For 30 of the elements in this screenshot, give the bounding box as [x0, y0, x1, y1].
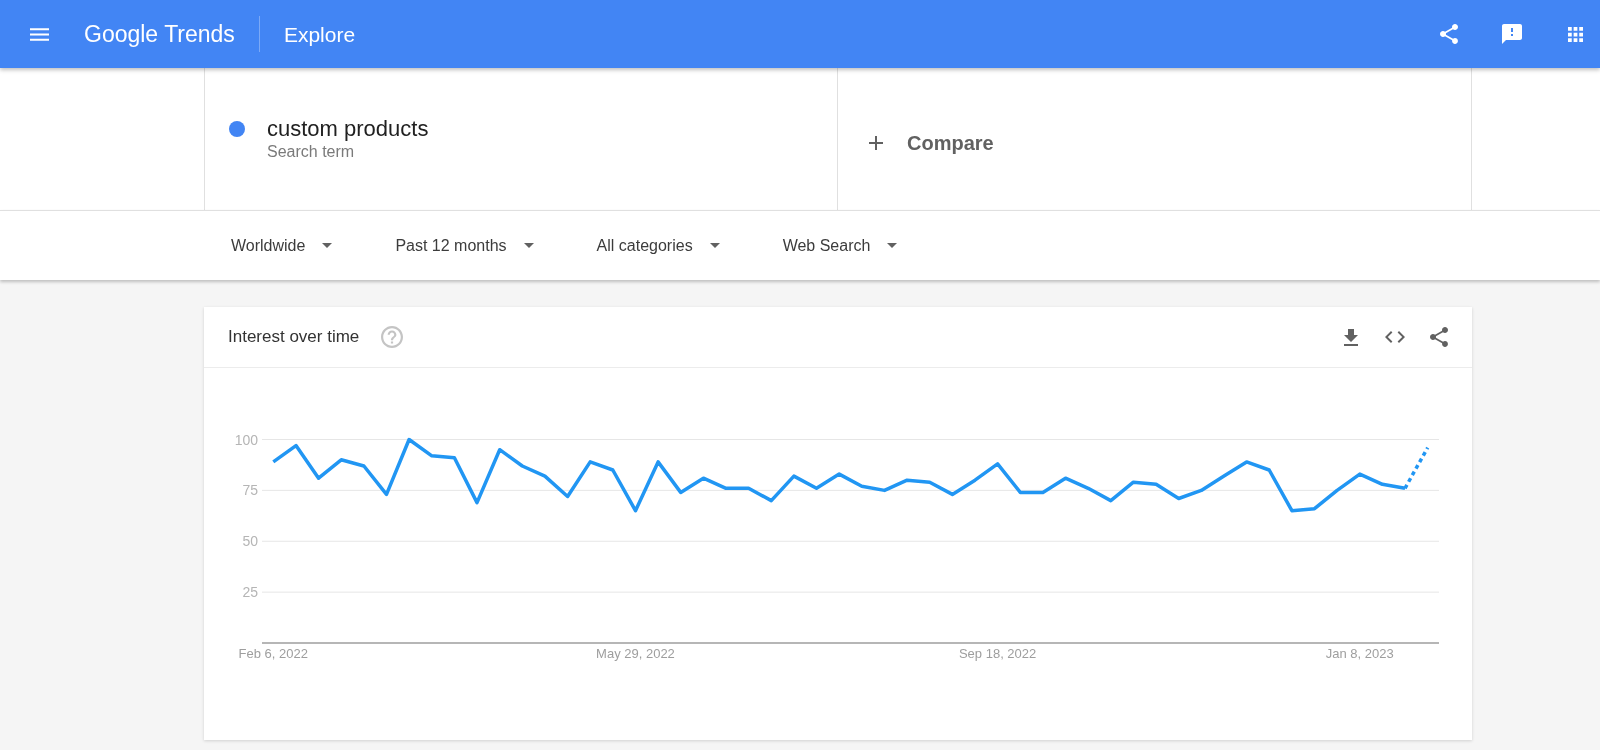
search-term[interactable]: custom products [267, 116, 429, 142]
filter-dropdown[interactable]: Worldwide [231, 237, 333, 254]
share-icon [1430, 327, 1448, 347]
caret-icon [523, 243, 534, 248]
compare-button[interactable]: Compare [869, 133, 994, 153]
x-axis-label: May 29, 2022 [596, 645, 675, 661]
caret-icon [887, 243, 898, 248]
card-title: Interest over time [228, 326, 360, 349]
x-axis-label: Sep 18, 2022 [958, 645, 1037, 661]
filter-dropdown[interactable]: Web Search [782, 237, 898, 254]
y-axis-label: 75 [242, 482, 258, 499]
caret-icon [322, 243, 333, 248]
x-axis-label: Feb 6, 2022 [238, 645, 308, 661]
filter-dropdown[interactable]: Past 12 months [395, 237, 534, 254]
logo-link[interactable]: Google Trends [84, 22, 235, 46]
plus-icon [869, 136, 883, 150]
search-term-caption: Search term [267, 142, 356, 162]
code-icon [1385, 331, 1405, 343]
menu-icon [29, 27, 49, 41]
y-axis-label: 100 [234, 431, 258, 448]
caret-icon [709, 243, 720, 248]
share-icon [1440, 24, 1458, 44]
x-axis-label: Jan 8, 2023 [1325, 645, 1394, 661]
download-icon [1344, 328, 1358, 346]
y-axis-label: 50 [242, 533, 258, 550]
filter-dropdown[interactable]: All categories [596, 237, 720, 254]
page-title: Explore [283, 23, 356, 45]
apps-grid-icon [1567, 26, 1583, 42]
feedback-icon [1502, 24, 1522, 44]
y-axis-label: 25 [242, 584, 258, 601]
